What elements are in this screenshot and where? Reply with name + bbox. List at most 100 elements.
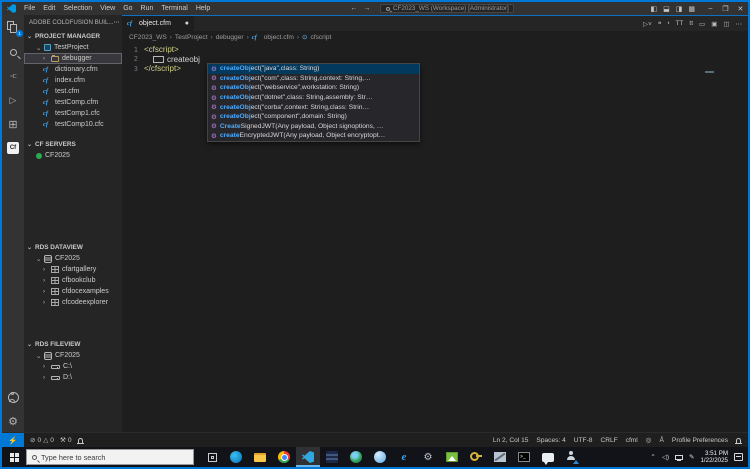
restore-button[interactable]: ❐ — [718, 2, 733, 15]
breadcrumb-file[interactable]: object.cfm — [264, 34, 294, 41]
menu-run[interactable]: Run — [137, 2, 158, 15]
encoding[interactable]: UTF-8 — [574, 437, 593, 444]
breadcrumb-folder[interactable]: debugger — [216, 34, 244, 41]
accessibility-icon[interactable]: Å — [660, 437, 664, 444]
suggestion-item[interactable]: ⚙ createObject("corba",context: String,c… — [208, 102, 419, 112]
code-line[interactable]: 1 <cfscript> — [122, 45, 748, 55]
section-cf-servers[interactable]: ⌄ CF SERVERS — [24, 138, 122, 150]
action-center-icon[interactable] — [734, 453, 743, 461]
menu-help[interactable]: Help — [192, 2, 214, 15]
taskbar-app-chat[interactable] — [536, 447, 560, 467]
tasks-indicator[interactable]: ⚒ 0 — [60, 436, 72, 445]
settings-gear-icon[interactable]: ⚙ — [6, 414, 20, 428]
start-button[interactable] — [2, 447, 26, 467]
tree-item-database[interactable]: › cfdocexamples — [24, 286, 122, 297]
menu-selection[interactable]: Selection — [59, 2, 96, 15]
toggle-panel-icon[interactable]: ⬓ — [663, 5, 670, 13]
indentation[interactable]: Spaces: 4 — [536, 437, 565, 444]
taskbar-search[interactable]: Type here to search — [26, 449, 194, 465]
tree-item-database[interactable]: › cfcodeexplorer — [24, 297, 122, 308]
command-center-search[interactable]: CF2023_WS (Workspace) [Administrator] — [380, 4, 515, 13]
preview-external-icon[interactable]: ▣ — [711, 20, 717, 28]
tree-item-file[interactable]: cf testComp.cfm — [24, 97, 122, 108]
coldfusion-extension-icon[interactable]: Cf — [6, 141, 20, 155]
problems-indicator[interactable]: ⊘ 0 △ 0 — [30, 436, 54, 445]
volume-icon[interactable]: ◁) — [662, 453, 669, 461]
tree-item-file[interactable]: cf testComp1.cfc — [24, 108, 122, 119]
breadcrumb-workspace[interactable]: CF2023_WS — [129, 34, 167, 41]
extensions-icon[interactable]: ⊞ — [6, 117, 20, 131]
tree-item-cf-server[interactable]: CF2025 — [24, 150, 122, 161]
taskbar-app-edge[interactable] — [224, 447, 248, 467]
pen-icon[interactable]: ✎ — [689, 453, 694, 461]
section-project-manager[interactable]: ⌄ PROJECT MANAGER — [24, 30, 122, 42]
tree-item-drive[interactable]: › D:\ — [24, 372, 122, 383]
taskbar-app-sphere[interactable] — [368, 447, 392, 467]
lowercase-icon[interactable]: tt — [689, 20, 693, 27]
sidebar-more-icon[interactable]: ⋯ — [114, 19, 120, 26]
suggestion-item[interactable]: ⚙ CreateSignedJWT(Any payload, Object si… — [208, 122, 419, 132]
profile-preferences[interactable]: Profile Preferences — [672, 437, 728, 444]
language-status-icon[interactable]: ◎ — [646, 436, 652, 444]
taskbar-app-tools[interactable] — [488, 447, 512, 467]
suggestion-item[interactable]: ⚙ createEncryptedJWT(Any payload, Object… — [208, 131, 419, 141]
menu-edit[interactable]: Edit — [39, 2, 59, 15]
toggle-secondary-sidebar-icon[interactable]: ◨ — [676, 5, 683, 13]
run-debug-icon[interactable]: ▷ — [6, 93, 20, 107]
single-quote-icon[interactable]: ❛ — [667, 20, 669, 28]
tree-item-file[interactable]: cf index.cfm — [24, 75, 122, 86]
suggestion-item[interactable]: ⚙ createObject("component",domain: Strin… — [208, 112, 419, 122]
tree-item-debugger[interactable]: › debugger — [24, 53, 122, 64]
minimap[interactable] — [705, 71, 714, 75]
taskbar-app-image[interactable] — [440, 447, 464, 467]
suggestion-item[interactable]: ⚙ createObject("com",class: String,conte… — [208, 74, 419, 84]
taskbar-app-settings[interactable]: ⚙ — [416, 447, 440, 467]
double-quote-icon[interactable]: ❝ — [658, 20, 662, 28]
taskbar-app-cmd[interactable]: >_ — [512, 447, 536, 467]
language-mode[interactable]: cfml — [626, 437, 638, 444]
tray-expand-icon[interactable]: ⌃ — [650, 453, 655, 461]
tree-item-rds-server[interactable]: ⌄ CF2025 — [24, 253, 122, 264]
run-code-icon[interactable]: ▷˅ — [643, 20, 652, 28]
cursor-position[interactable]: Ln 2, Col 15 — [493, 437, 529, 444]
suggestion-item[interactable]: ⚙ createObject("java",class: String) — [208, 64, 419, 74]
notifications-bell-icon[interactable] — [735, 437, 742, 444]
more-actions-icon[interactable]: ⋯ — [736, 20, 743, 28]
task-view-button[interactable] — [200, 447, 224, 467]
section-rds-fileview[interactable]: ⌄ RDS FILEVIEW — [24, 338, 122, 350]
tree-item-database[interactable]: › cfbookclub — [24, 275, 122, 286]
network-display-icon[interactable] — [675, 454, 684, 461]
tree-item-file[interactable]: cf test.cfm — [24, 86, 122, 97]
suggestion-item[interactable]: ⚙ createObject("dotnet",class: String,as… — [208, 93, 419, 103]
explorer-icon[interactable]: 1 — [6, 21, 23, 37]
tab-object-cfm[interactable]: cf object.cfm ● — [122, 16, 194, 31]
toggle-sidebar-icon[interactable]: ◧ — [650, 5, 657, 13]
menu-file[interactable]: File — [20, 2, 39, 15]
search-view-icon[interactable] — [6, 45, 20, 59]
back-arrow-icon[interactable]: ← — [350, 5, 357, 12]
account-icon[interactable] — [6, 390, 20, 404]
tree-item-file[interactable]: cf testComp10.cfc — [24, 119, 122, 130]
eol-sequence[interactable]: CRLF — [600, 437, 617, 444]
taskbar-app-globe[interactable] — [344, 447, 368, 467]
tree-item-database[interactable]: › cfartgallery — [24, 264, 122, 275]
tree-item-testproject[interactable]: ⌄ TestProject — [24, 42, 122, 53]
suggestion-item[interactable]: ⚙ createObject("webservice",workstation:… — [208, 83, 419, 93]
menu-view[interactable]: View — [96, 2, 119, 15]
customize-layout-icon[interactable]: ▦ — [688, 5, 695, 13]
breadcrumb-symbol[interactable]: cfscript — [310, 34, 331, 41]
preview-browser-icon[interactable]: ▭ — [699, 20, 705, 28]
taskbar-app-remote-user[interactable] — [560, 447, 584, 467]
minimize-button[interactable]: – — [703, 2, 718, 15]
taskbar-app-dark[interactable] — [320, 447, 344, 467]
source-control-icon[interactable]: ⑂ — [6, 69, 20, 83]
taskbar-app-explorer[interactable] — [248, 447, 272, 467]
forward-arrow-icon[interactable]: → — [363, 5, 370, 12]
taskbar-app-vscode[interactable] — [296, 447, 320, 467]
tree-item-file[interactable]: cf dictionary.cfm — [24, 64, 122, 75]
menu-terminal[interactable]: Terminal — [157, 2, 191, 15]
section-rds-dataview[interactable]: ⌄ RDS DATAVIEW — [24, 241, 122, 253]
split-editor-icon[interactable]: ◫ — [723, 20, 729, 28]
remote-indicator[interactable]: ⚡ — [2, 433, 24, 447]
close-button[interactable]: ✕ — [733, 2, 748, 15]
